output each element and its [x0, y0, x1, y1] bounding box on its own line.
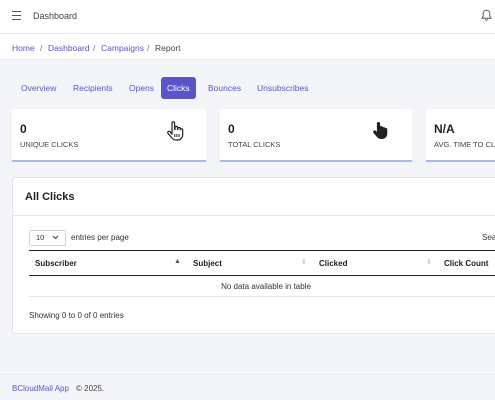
sort-ascending-icon[interactable]: ▲	[174, 258, 181, 265]
empty-message: No data available in table	[221, 282, 311, 291]
stat-label: AVG. TIME TO CL	[434, 140, 495, 149]
entries-per-page-label: entries per page	[71, 233, 129, 242]
header-title: Dashboard	[33, 11, 78, 21]
footer-brand-link[interactable]: BCloudMail App	[12, 384, 69, 393]
column-header-subject[interactable]: Subject	[193, 259, 222, 268]
entries-per-page-select[interactable]: 10	[29, 230, 66, 246]
bell-icon[interactable]	[481, 9, 492, 27]
breadcrumb-home-link[interactable]: Home	[12, 43, 35, 53]
hamburger-menu-icon[interactable]	[12, 11, 21, 20]
tab-clicks[interactable]: Clicks	[161, 77, 196, 99]
breadcrumb: Home / Dashboard / Campaigns / Report	[0, 34, 495, 60]
sort-icon[interactable]: ⬍	[301, 258, 307, 266]
stat-value: N/A	[434, 122, 455, 136]
tab-recipients[interactable]: Recipients	[67, 77, 119, 99]
breadcrumb-campaigns-link[interactable]: Campaigns	[101, 43, 144, 53]
hand-pointer-solid-icon	[372, 121, 388, 145]
breadcrumb-separator: /	[93, 43, 96, 53]
sort-icon[interactable]: ⬍	[426, 258, 432, 266]
top-bar: Dashboard	[0, 0, 495, 34]
page-size-value: 10	[36, 233, 45, 242]
breadcrumb-current: Report	[155, 43, 181, 53]
hand-pointer-outline-icon	[166, 121, 184, 146]
stat-value: 0	[228, 122, 235, 136]
stat-card-avg-time: N/A AVG. TIME TO CL	[426, 109, 495, 162]
tab-overview[interactable]: Overview	[15, 77, 62, 99]
panel-title: All Clicks	[25, 191, 75, 203]
chevron-down-icon	[52, 233, 59, 247]
breadcrumb-dashboard-link[interactable]: Dashboard	[48, 43, 90, 53]
stat-card-total-clicks: 0 TOTAL CLICKS	[220, 109, 412, 162]
tab-bounces[interactable]: Bounces	[202, 77, 247, 99]
stat-card-unique-clicks: 0 UNIQUE CLICKS	[12, 109, 206, 162]
stat-label: TOTAL CLICKS	[228, 140, 281, 149]
column-header-click-count[interactable]: Click Count	[444, 259, 488, 268]
footer-copyright: © 2025.	[76, 384, 105, 393]
tab-opens[interactable]: Opens	[123, 77, 160, 99]
stat-value: 0	[20, 122, 27, 136]
breadcrumb-separator: /	[147, 43, 150, 53]
column-header-clicked[interactable]: Clicked	[319, 259, 347, 268]
column-header-subscriber[interactable]: Subscriber	[35, 259, 77, 268]
all-clicks-panel: All Clicks 10 entries per page Sea Subsc…	[12, 177, 495, 334]
breadcrumb-separator: /	[40, 43, 43, 53]
table-empty-row: No data available in table	[29, 276, 495, 297]
tab-unsubscribes[interactable]: Unsubscribes	[251, 77, 315, 99]
search-label: Sea	[482, 233, 495, 242]
stat-label: UNIQUE CLICKS	[20, 140, 79, 149]
panel-header: All Clicks	[13, 178, 495, 216]
table-info: Showing 0 to 0 of 0 entries	[29, 311, 124, 320]
table-header: Subscriber ▲ Subject ⬍ Clicked ⬍ Click C…	[29, 250, 495, 276]
footer: BCloudMail App © 2025.	[0, 374, 495, 400]
